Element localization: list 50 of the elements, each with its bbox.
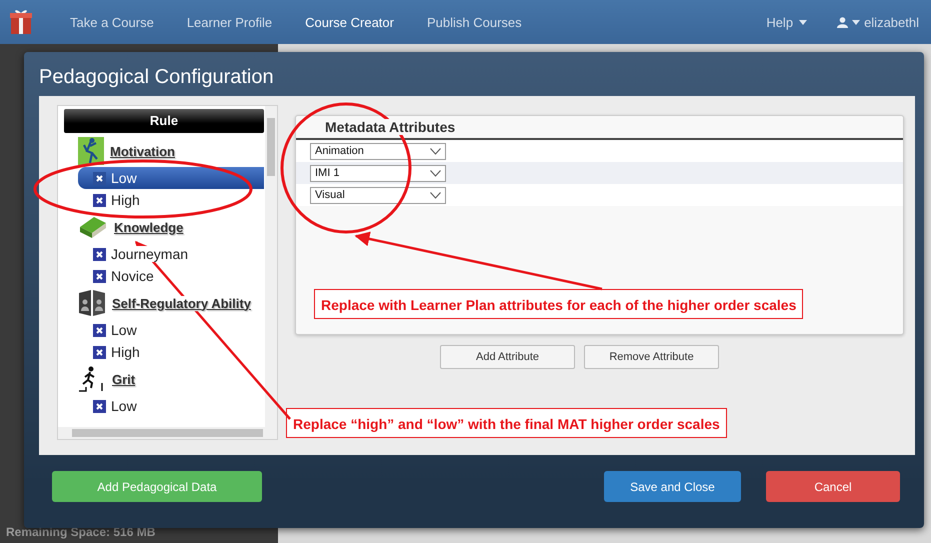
people-panels-icon <box>78 289 106 317</box>
user-menu[interactable]: elizabethl <box>837 14 919 30</box>
remove-icon[interactable] <box>93 346 106 358</box>
category-link[interactable]: Self-Regulatory Ability <box>112 296 251 310</box>
attribute-dropdown[interactable]: Animation <box>310 142 446 160</box>
gift-icon[interactable] <box>10 9 32 35</box>
caret-icon <box>852 20 860 24</box>
nav-link[interactable]: Publish Courses <box>426 14 522 30</box>
attribute-dropdown[interactable]: IMI 1 <box>310 164 446 182</box>
category-link[interactable]: Knowledge <box>114 220 184 234</box>
caret-icon <box>799 20 808 24</box>
chevron-down-icon <box>430 192 441 198</box>
remove-icon[interactable] <box>93 324 106 336</box>
attributes-header: Metadata Attributes <box>325 119 456 135</box>
rule-item[interactable]: High <box>64 189 264 211</box>
category-link[interactable]: Motivation <box>110 144 175 158</box>
remove-icon[interactable] <box>93 400 106 412</box>
book-icon <box>78 215 108 239</box>
storage-status: Remaining Space: 516 MB <box>6 525 156 539</box>
remove-icon[interactable] <box>93 270 106 282</box>
nav-link[interactable]: Course Creator <box>305 14 394 30</box>
annotation-note: Replace “high” and “low” with the final MAT higher order scales <box>286 408 727 438</box>
dialog-button[interactable]: Save and Close <box>604 471 741 502</box>
remove-icon[interactable] <box>93 194 106 206</box>
chevron-down-icon <box>430 148 441 154</box>
remove-icon[interactable] <box>93 248 106 260</box>
rule-item[interactable]: High <box>64 341 264 363</box>
horizontal-scrollbar[interactable] <box>58 427 277 439</box>
nav-link[interactable]: Learner Profile <box>186 14 272 30</box>
rule-item[interactable]: Journeyman <box>64 243 264 265</box>
rule-item[interactable]: Novice <box>64 265 264 287</box>
nav-link[interactable]: Take a Course <box>70 14 154 30</box>
rule-header: Rule <box>64 109 264 133</box>
dialog-title: Pedagogical Configuration <box>38 65 275 90</box>
rule-item[interactable]: Low <box>64 319 264 341</box>
user-icon <box>837 16 848 28</box>
attribute-dropdown[interactable]: Visual <box>310 186 446 204</box>
runner-icon <box>78 366 106 392</box>
attribute-button[interactable]: Remove Attribute <box>584 345 719 369</box>
rule-item[interactable]: Low <box>64 395 264 417</box>
attribute-button[interactable]: Add Attribute <box>440 345 575 369</box>
rule-item[interactable]: Low <box>78 167 264 189</box>
vertical-scrollbar[interactable] <box>265 106 277 429</box>
climber-icon <box>78 137 104 165</box>
annotation-note: Replace with Learner Plan attributes for each of the higher order scales <box>314 289 804 319</box>
dialog-button[interactable]: Cancel <box>766 471 900 502</box>
help-menu[interactable]: Help <box>766 14 808 30</box>
remove-icon[interactable] <box>93 172 106 184</box>
category-link[interactable]: Grit <box>112 372 136 386</box>
chevron-down-icon <box>430 170 441 176</box>
